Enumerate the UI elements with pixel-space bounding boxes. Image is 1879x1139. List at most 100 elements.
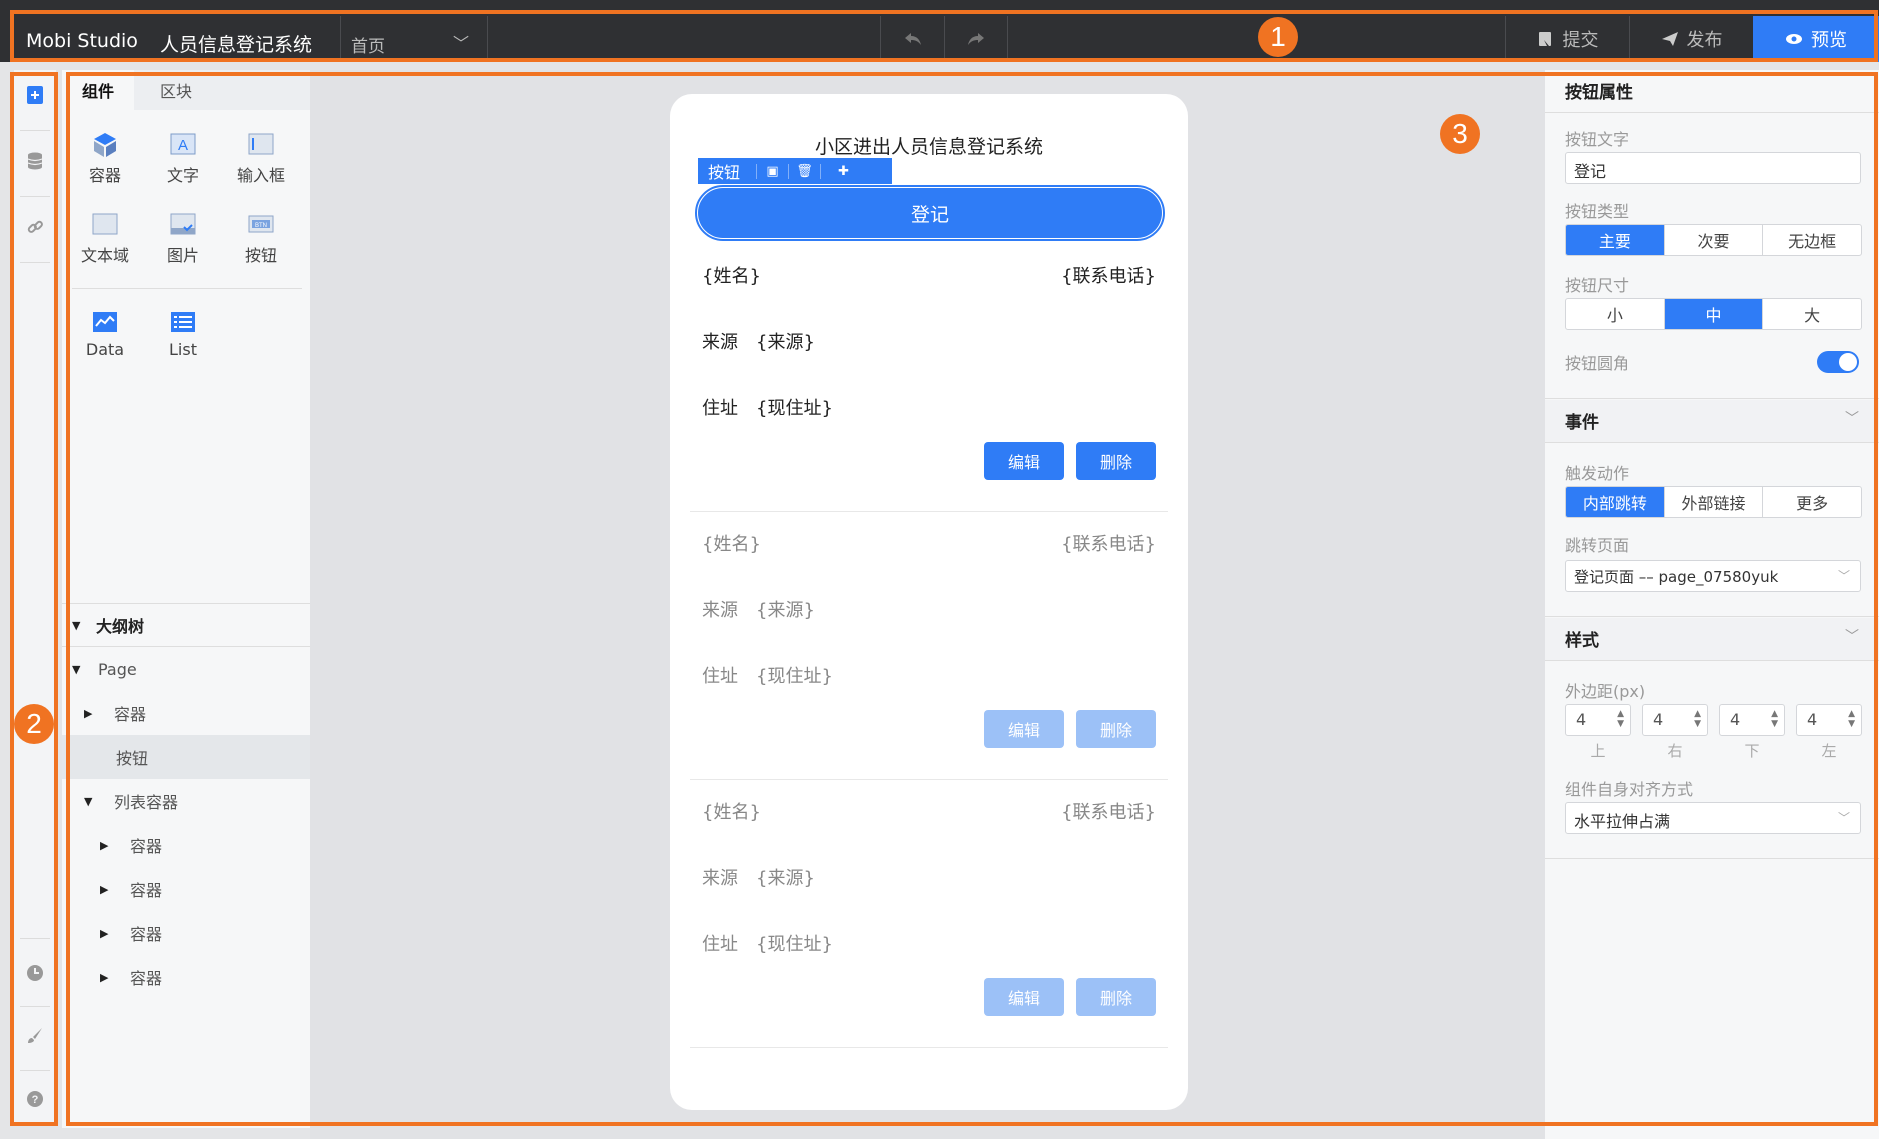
history-icon[interactable] xyxy=(24,962,46,984)
outline-title: 大纲树 xyxy=(96,617,145,636)
size-medium[interactable]: 中 xyxy=(1664,299,1764,329)
section-event[interactable]: 事件 ﹀ xyxy=(1545,400,1879,442)
tree-node-container[interactable]: ▶ 容器 xyxy=(62,955,310,999)
submit-label: 提交 xyxy=(1562,30,1599,51)
image-icon xyxy=(170,212,196,236)
type-primary[interactable]: 主要 xyxy=(1566,225,1665,255)
eye-icon xyxy=(1786,34,1802,44)
card-phone: {联系电话} xyxy=(1061,802,1156,823)
puzzle-icon[interactable]: ✚ xyxy=(820,163,866,179)
chevron-down-icon: ﹀ xyxy=(452,34,469,53)
redo-button[interactable] xyxy=(944,16,1008,62)
margin-right-input[interactable]: 4 ▲ ▼ xyxy=(1642,704,1708,736)
button-radius-toggle[interactable] xyxy=(1817,351,1859,373)
type-secondary[interactable]: 次要 xyxy=(1665,225,1764,255)
component-text[interactable]: A 文字 xyxy=(148,132,218,186)
component-data[interactable]: Data xyxy=(70,310,140,359)
margin-left-input[interactable]: 4 ▲ ▼ xyxy=(1796,704,1862,736)
publish-button[interactable]: 发布 xyxy=(1629,16,1753,62)
database-icon[interactable] xyxy=(24,150,46,172)
edit-button[interactable]: 编辑 xyxy=(984,710,1064,748)
register-button[interactable]: 登记 xyxy=(695,185,1165,241)
card-name: {姓名} xyxy=(702,266,761,287)
section-button-properties: 按钮属性 xyxy=(1565,83,1633,103)
tree-node-container[interactable]: ▶ 容器 xyxy=(62,867,310,911)
component-label: 文本域 xyxy=(80,246,129,265)
component-container[interactable]: 容器 xyxy=(70,132,140,186)
link-icon[interactable] xyxy=(24,216,46,238)
page-select-value: 首页 xyxy=(351,37,385,57)
margin-top-input[interactable]: 4 ▲ ▼ xyxy=(1565,704,1631,736)
source-label: 来源 xyxy=(702,332,738,353)
outline-tree-header[interactable]: ▼ 大纲树 xyxy=(62,603,310,647)
card-source-row: 来源 {来源} xyxy=(702,864,815,890)
component-image[interactable]: 图片 xyxy=(148,212,218,266)
list-card[interactable]: {姓名} {联系电话} 来源 {来源} 住址 {现住址} 编辑 删除 xyxy=(690,512,1168,780)
chevron-down-icon: ﹀ xyxy=(1837,569,1850,583)
source-value: {来源} xyxy=(756,332,815,353)
card-name: {姓名} xyxy=(702,802,761,823)
component-label: List xyxy=(169,340,197,359)
svg-text:BTN: BTN xyxy=(255,223,267,229)
list-card[interactable]: {姓名} {联系电话} 来源 {来源} 住址 {现住址} 编辑 删除 xyxy=(690,244,1168,512)
tab-components[interactable]: 组件 xyxy=(62,70,135,110)
brush-icon[interactable] xyxy=(24,1024,46,1046)
address-label: 住址 xyxy=(702,934,738,955)
component-list[interactable]: List xyxy=(148,310,218,359)
component-textarea[interactable]: 文本域 xyxy=(70,212,140,266)
undo-icon xyxy=(904,33,921,45)
tree-node-container[interactable]: ▶ 容器 xyxy=(62,823,310,867)
tree-node-button[interactable]: 按钮 xyxy=(62,735,310,779)
action-external[interactable]: 外部链接 xyxy=(1665,487,1764,517)
component-input[interactable]: 输入框 xyxy=(226,132,296,186)
delete-button[interactable]: 删除 xyxy=(1076,978,1156,1016)
tree-node-container[interactable]: ▶ 容器 xyxy=(62,691,310,735)
margin-label: 外边距(px) xyxy=(1565,682,1646,701)
action-more[interactable]: 更多 xyxy=(1763,487,1861,517)
preview-button[interactable]: 预览 xyxy=(1753,16,1879,62)
delete-icon[interactable]: 🗑 xyxy=(788,163,820,179)
section-style[interactable]: 样式 ﹀ xyxy=(1545,618,1879,660)
address-value: {现住址} xyxy=(756,666,833,687)
self-align-label: 组件自身对齐方式 xyxy=(1565,780,1694,799)
tree-node-label: Page xyxy=(98,659,137,679)
edit-button[interactable]: 编辑 xyxy=(984,978,1064,1016)
component-button[interactable]: BTN 按钮 xyxy=(226,212,296,266)
tree-node-page[interactable]: ▼ Page xyxy=(62,647,310,691)
submit-button[interactable]: 提交 xyxy=(1505,16,1629,62)
chevron-down-icon: ﹀ xyxy=(1837,811,1850,825)
list-card[interactable]: {姓名} {联系电话} 来源 {来源} 住址 {现住址} 编辑 删除 xyxy=(690,780,1168,1048)
add-page-icon[interactable] xyxy=(24,84,46,106)
size-small[interactable]: 小 xyxy=(1566,299,1665,329)
svg-text:A: A xyxy=(178,137,188,154)
list-icon xyxy=(170,310,196,334)
selection-toolbar: 按钮 ▣ 🗑 ✚ xyxy=(698,158,892,184)
card-name: {姓名} xyxy=(702,534,761,555)
button-size-label: 按钮尺寸 xyxy=(1565,276,1630,295)
tree-node-container[interactable]: ▶ 容器 xyxy=(62,911,310,955)
input-icon xyxy=(248,132,274,156)
tree-node-list-container[interactable]: ▼ 列表容器 xyxy=(62,779,310,823)
tab-blocks[interactable]: 区块 xyxy=(140,70,212,110)
button-text-input[interactable]: 登记 xyxy=(1565,152,1861,184)
publish-label: 发布 xyxy=(1686,30,1723,51)
undo-button[interactable] xyxy=(880,16,944,62)
margin-bottom-input[interactable]: 4 ▲ ▼ xyxy=(1719,704,1785,736)
selection-label: 按钮 xyxy=(708,163,741,182)
action-internal[interactable]: 内部跳转 xyxy=(1566,487,1665,517)
self-align-select[interactable]: 水平拉伸占满 ﹀ xyxy=(1565,802,1861,834)
delete-button[interactable]: 删除 xyxy=(1076,442,1156,480)
copy-icon[interactable]: ▣ xyxy=(756,163,788,179)
component-label: 按钮 xyxy=(244,246,277,265)
size-large[interactable]: 大 xyxy=(1763,299,1861,329)
page-select[interactable]: 首页 ﹀ xyxy=(340,16,488,62)
delete-button[interactable]: 删除 xyxy=(1076,710,1156,748)
type-borderless[interactable]: 无边框 xyxy=(1763,225,1861,255)
caret-down-icon: ▼ xyxy=(72,618,81,632)
button-type-label: 按钮类型 xyxy=(1565,202,1630,221)
jump-page-select[interactable]: 登记页面 –– page_07580yuk ﹀ xyxy=(1565,560,1861,592)
component-label: 输入框 xyxy=(236,166,285,185)
help-icon[interactable]: ? xyxy=(24,1088,46,1110)
edit-button[interactable]: 编辑 xyxy=(984,442,1064,480)
tree-node-label: 容器 xyxy=(130,881,163,900)
